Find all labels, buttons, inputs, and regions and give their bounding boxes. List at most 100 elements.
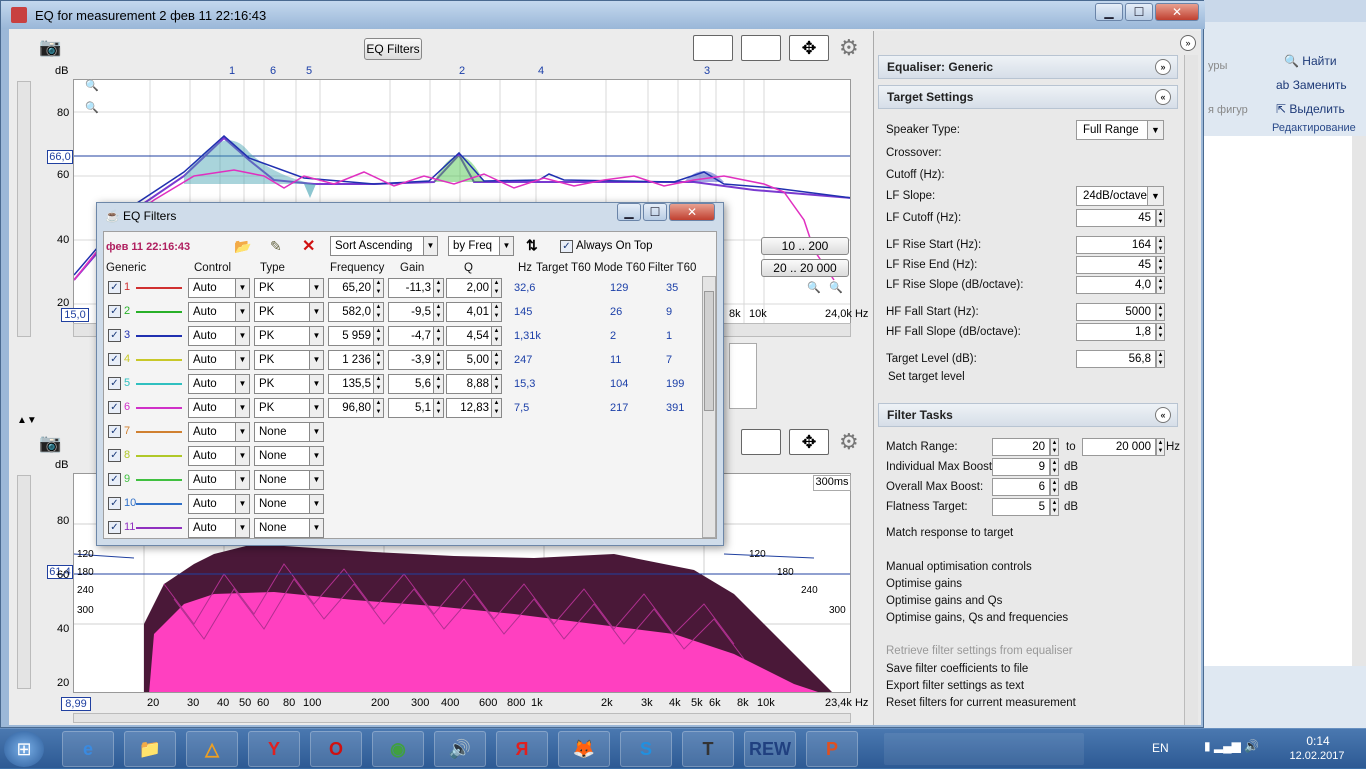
overall-max-boost-field[interactable]: 6 [992,478,1050,496]
spinner[interactable]: ▲ ▼ [433,351,443,369]
taskbar-app-button[interactable]: 📁 [124,731,176,767]
filter-type-select[interactable]: PK ▼ [254,374,324,394]
spinner[interactable]: ▲ ▼ [491,279,501,297]
taskbar-app-button[interactable]: P [806,731,858,767]
collapse-icon[interactable]: « [1155,407,1171,423]
filter-type-select[interactable]: PK ▼ [254,302,324,322]
spinner[interactable]: ▲ ▼ [373,327,383,345]
find-button[interactable]: 🔍 Найти [1284,54,1337,68]
lf-slope-select[interactable]: 24dB/octave ▼ [1076,186,1164,206]
top-v-scrollbar[interactable] [17,81,31,337]
spinner[interactable]: ▲ ▼ [373,279,383,297]
spinner[interactable]: ▲ ▼ [491,375,501,393]
filter-q-field[interactable]: 8,88 ▲ ▼ [446,374,502,394]
lf-rise-start-field[interactable]: 164 [1076,236,1156,254]
expand-icon[interactable]: » [1155,59,1171,75]
gear-icon[interactable]: ⚙ [839,429,859,455]
filter-q-field[interactable]: 4,01 ▲ ▼ [446,302,502,322]
panel-scrollbar[interactable] [1184,55,1198,725]
filter-frequency-field[interactable]: 96,80 ▲ ▼ [328,398,384,418]
filter-q-field[interactable]: 5,00 ▲ ▼ [446,350,502,370]
splitter-arrows-icon[interactable]: ▲▼ [17,415,37,426]
set-target-level-link[interactable]: Set target level [888,371,965,383]
filter-control-select[interactable]: Auto ▼ [188,494,250,514]
save-filters-icon[interactable]: ✎ [270,238,282,255]
dialog-maximize-button[interactable]: ☐ [643,203,667,221]
taskbar-thumbnail[interactable] [884,733,1084,765]
range-20-20000-button[interactable]: 20 .. 20 000 [761,259,849,277]
filter-gain-field[interactable]: 5,1 ▲ ▼ [388,398,444,418]
sort-order-select[interactable]: Sort Ascending ▼ [330,236,438,256]
filter-enabled-checkbox[interactable]: ✓ [108,329,121,342]
spinner[interactable]: ▲ ▼ [433,279,443,297]
filter-enabled-checkbox[interactable]: ✓ [108,305,121,318]
display-mode-icon[interactable] [693,35,733,61]
camera-icon[interactable]: 📷 [39,433,67,455]
lf-cutoff-field[interactable]: 45 [1076,209,1156,227]
spinner[interactable]: ▲ ▼ [373,303,383,321]
spinner[interactable]: ▲ ▼ [1156,276,1165,294]
match-range-from-field[interactable]: 20 [992,438,1050,456]
filter-enabled-checkbox[interactable]: ✓ [108,497,121,510]
taskbar-app-button[interactable]: △ [186,731,238,767]
flatness-target-field[interactable]: 5 [992,498,1050,516]
spinner[interactable]: ▲ ▼ [1050,458,1059,476]
filter-gain-field[interactable]: -9,5 ▲ ▼ [388,302,444,322]
spinner[interactable]: ▲ ▼ [373,399,383,417]
individual-max-boost-field[interactable]: 9 [992,458,1050,476]
optimise-all-link[interactable]: Optimise gains, Qs and frequencies [886,612,1068,624]
bottom-v-scrollbar[interactable] [17,475,31,689]
match-range-to-field[interactable]: 20 000 [1082,438,1156,456]
filter-gain-field[interactable]: -11,3 ▲ ▼ [388,278,444,298]
scrollbar[interactable] [1352,136,1366,666]
filter-type-select[interactable]: None ▼ [254,446,324,466]
optimise-gains-qs-link[interactable]: Optimise gains and Qs [886,595,1002,607]
zoom-in-icon[interactable]: 🔍 [807,281,821,294]
zoom-out-icon[interactable]: 🔍 [829,281,843,294]
zoom-fit-icon[interactable]: ✥ [789,429,829,455]
hf-fall-slope-field[interactable]: 1,8 [1076,323,1156,341]
bottom-h-scrollbar[interactable] [73,713,851,723]
spinner[interactable]: ▲ ▼ [1156,303,1165,321]
filter-q-field[interactable]: 4,54 ▲ ▼ [446,326,502,346]
filter-enabled-checkbox[interactable]: ✓ [108,377,121,390]
filter-tasks-header[interactable]: Filter Tasks « [878,403,1178,427]
minimize-button[interactable]: ▁ [1095,3,1123,21]
spinner[interactable]: ▲ ▼ [433,399,443,417]
filter-frequency-field[interactable]: 582,0 ▲ ▼ [328,302,384,322]
filter-frequency-field[interactable]: 5 959 ▲ ▼ [328,326,384,346]
spinner[interactable]: ▲ ▼ [433,303,443,321]
camera-icon[interactable]: 📷 [39,37,67,59]
zoom-in-icon[interactable]: 🔍 [85,79,99,92]
hf-fall-start-field[interactable]: 5000 [1076,303,1156,321]
export-settings-link[interactable]: Export filter settings as text [886,680,1024,692]
zoom-out-icon[interactable]: 🔍 [85,101,99,114]
range-10-200-button[interactable]: 10 .. 200 [761,237,849,255]
filter-type-select[interactable]: PK ▼ [254,278,324,298]
filter-control-select[interactable]: Auto ▼ [188,374,250,394]
lf-rise-slope-field[interactable]: 4,0 [1076,276,1156,294]
filter-q-field[interactable]: 2,00 ▲ ▼ [446,278,502,298]
spinner[interactable]: ▲ ▼ [1156,256,1165,274]
filter-type-select[interactable]: PK ▼ [254,326,324,346]
filter-type-select[interactable]: PK ▼ [254,350,324,370]
close-button[interactable]: ✕ [1155,3,1199,21]
zoom-fit-icon[interactable]: ✥ [789,35,829,61]
spinner[interactable]: ▲ ▼ [1156,438,1165,456]
collapse-panel-icon[interactable]: » [1180,35,1196,51]
spinner[interactable]: ▲ ▼ [1156,236,1165,254]
dialog-minimize-button[interactable]: ▁ [617,203,641,221]
filter-enabled-checkbox[interactable]: ✓ [108,353,121,366]
spinner[interactable]: ▲ ▼ [491,327,501,345]
spinner[interactable]: ▲ ▼ [373,375,383,393]
spinner[interactable]: ▲ ▼ [1156,350,1165,368]
columns-icon[interactable] [741,429,781,455]
filter-q-field[interactable]: 12,83 ▲ ▼ [446,398,502,418]
filter-control-select[interactable]: Auto ▼ [188,470,250,490]
replace-button[interactable]: ab Заменить [1276,78,1347,92]
filter-type-select[interactable]: None ▼ [254,518,324,538]
filter-frequency-field[interactable]: 1 236 ▲ ▼ [328,350,384,370]
filter-type-select[interactable]: None ▼ [254,470,324,490]
spinner[interactable]: ▲ ▼ [1050,498,1059,516]
zoom-bar[interactable] [1204,706,1366,728]
